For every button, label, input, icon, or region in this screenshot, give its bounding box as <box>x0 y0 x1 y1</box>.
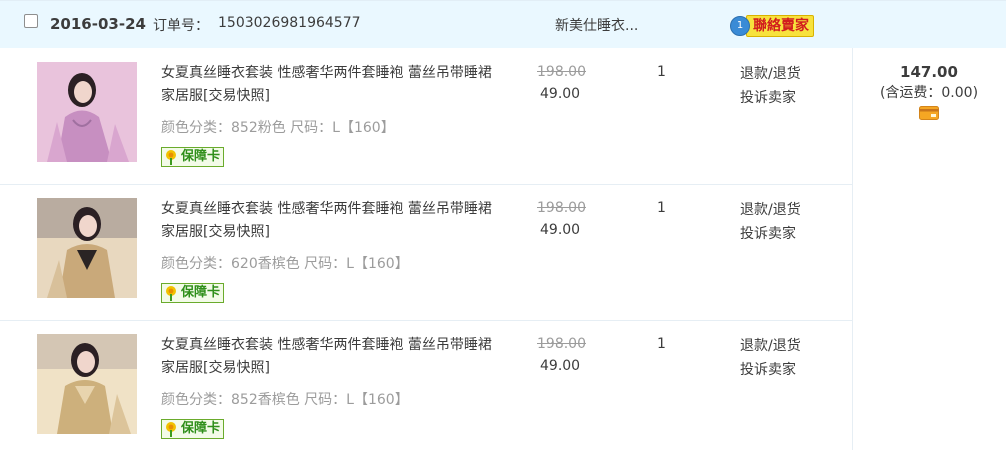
refund-return-link[interactable]: 退款/退货 <box>740 198 801 222</box>
order-item: 女夏真丝睡衣套装 性感奢华两件套睡袍 蕾丝吊带睡裙家居服[交易快照] 颜色分类：… <box>0 48 852 184</box>
order-number-label: 订单号： <box>153 18 209 34</box>
unit-price: 49.00 <box>540 358 581 374</box>
order-item: 女夏真丝睡衣套装 性感奢华两件套睡袍 蕾丝吊带睡裙家居服[交易快照] 颜色分类：… <box>0 320 852 456</box>
original-price: 198.00 <box>537 64 586 80</box>
total-amount: 147.00 <box>900 63 958 81</box>
quantity: 1 <box>657 64 666 80</box>
complain-seller-link[interactable]: 投诉卖家 <box>740 358 801 382</box>
product-spec: 颜色分类：852香槟色 尺码：L【160】 <box>161 392 409 408</box>
order-total: 147.00 (含运费：0.00) <box>852 62 1006 124</box>
product-title-link[interactable]: 女夏真丝睡衣套装 性感奢华两件套睡袍 蕾丝吊带睡裙家居服[交易快照] <box>161 334 501 380</box>
contact-seller-label: 聯絡賣家 <box>746 15 814 37</box>
shipping-note: (含运费：0.00) <box>879 85 979 101</box>
product-photo-icon <box>37 198 137 298</box>
guarantee-flower-icon <box>166 286 176 301</box>
order-header: 2016-03-24 订单号： 1503026981964577 新美仕睡衣..… <box>0 0 1006 48</box>
product-title-link[interactable]: 女夏真丝睡衣套装 性感奢华两件套睡袍 蕾丝吊带睡裙家居服[交易快照] <box>161 198 501 244</box>
contact-seller-button[interactable]: 1 聯絡賣家 <box>730 15 814 37</box>
order-item: 女夏真丝睡衣套装 性感奢华两件套睡袍 蕾丝吊带睡裙家居服[交易快照] 颜色分类：… <box>0 184 852 320</box>
unit-price: 49.00 <box>540 86 581 102</box>
chat-bubble-icon: 1 <box>730 16 750 36</box>
product-spec: 颜色分类：852粉色 尺码：L【160】 <box>161 120 395 136</box>
product-title-link[interactable]: 女夏真丝睡衣套装 性感奢华两件套睡袍 蕾丝吊带睡裙家居服[交易快照] <box>161 62 501 108</box>
guarantee-card-badge[interactable]: 保障卡 <box>161 283 225 303</box>
original-price: 198.00 <box>537 336 586 352</box>
quantity: 1 <box>657 200 666 216</box>
order-date: 2016-03-24 <box>50 15 146 33</box>
credit-card-icon[interactable] <box>919 106 939 120</box>
complain-seller-link[interactable]: 投诉卖家 <box>740 86 801 110</box>
refund-return-link[interactable]: 退款/退货 <box>740 334 801 358</box>
complain-seller-link[interactable]: 投诉卖家 <box>740 222 801 246</box>
guarantee-label: 保障卡 <box>181 149 221 164</box>
guarantee-card-badge[interactable]: 保障卡 <box>161 147 225 167</box>
guarantee-label: 保障卡 <box>181 285 221 300</box>
quantity: 1 <box>657 336 666 352</box>
guarantee-label: 保障卡 <box>181 421 221 436</box>
product-photo-icon <box>37 334 137 434</box>
product-thumbnail[interactable] <box>37 198 137 298</box>
guarantee-flower-icon <box>166 422 176 437</box>
product-photo-icon <box>37 62 137 162</box>
refund-return-link[interactable]: 退款/退货 <box>740 62 801 86</box>
unit-price: 49.00 <box>540 222 581 238</box>
original-price: 198.00 <box>537 200 586 216</box>
product-thumbnail[interactable] <box>37 62 137 162</box>
product-thumbnail[interactable] <box>37 334 137 434</box>
item-actions: 退款/退货 投诉卖家 <box>740 198 801 246</box>
product-spec: 颜色分类：620香槟色 尺码：L【160】 <box>161 256 409 272</box>
order-select-checkbox[interactable] <box>24 14 38 28</box>
item-actions: 退款/退货 投诉卖家 <box>740 62 801 110</box>
guarantee-flower-icon <box>166 150 176 165</box>
item-actions: 退款/退货 投诉卖家 <box>740 334 801 382</box>
shop-name-link[interactable]: 新美仕睡衣... <box>555 15 638 35</box>
order-card: 2016-03-24 订单号： 1503026981964577 新美仕睡衣..… <box>0 0 1006 450</box>
order-number: 1503026981964577 <box>218 15 361 31</box>
guarantee-card-badge[interactable]: 保障卡 <box>161 419 225 439</box>
